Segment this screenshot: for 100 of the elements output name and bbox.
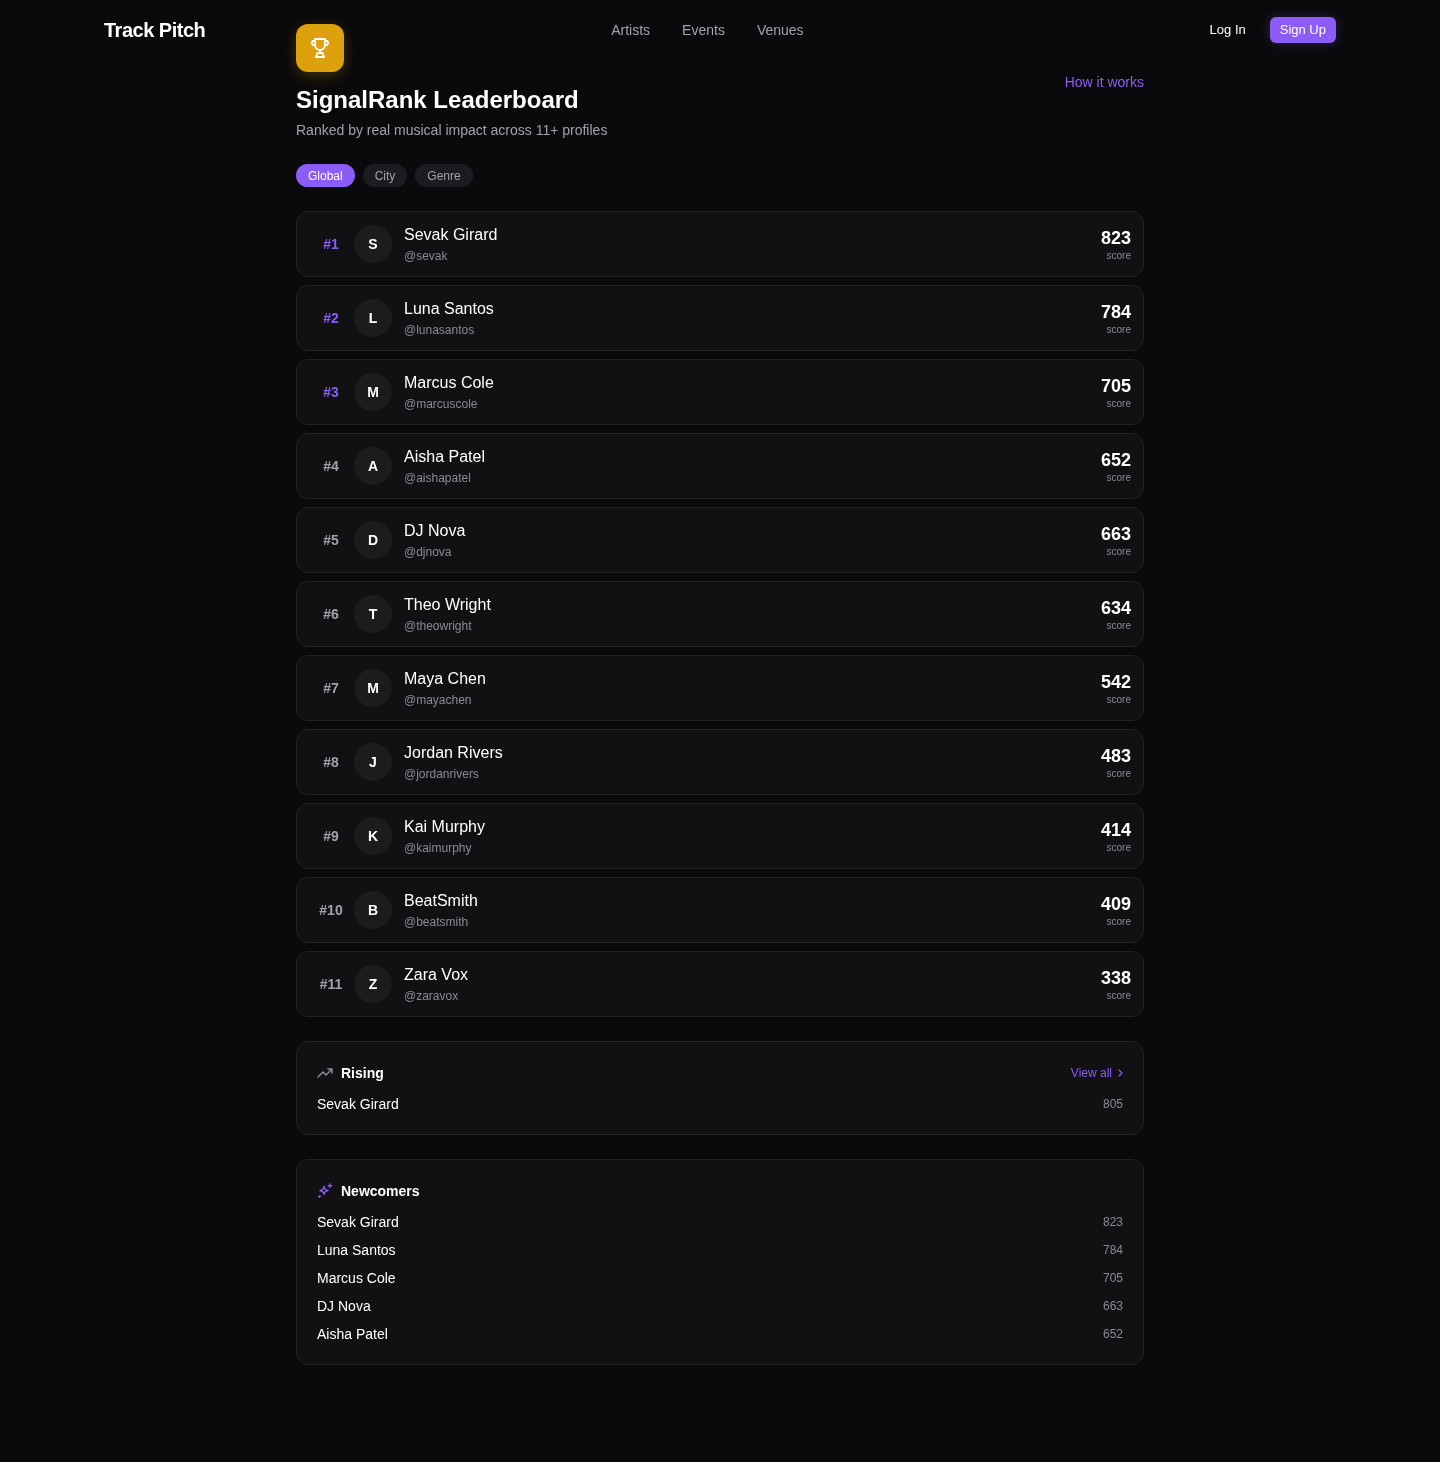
artist-name[interactable]: Marcus Cole [317,1267,396,1289]
avatar-initial: T [354,595,392,633]
brand-logo[interactable]: Track Pitch [104,15,206,45]
score-value: 338 [1100,967,1131,990]
artist-name: Jordan Rivers [404,742,504,763]
artist-name: Marcus Cole [404,372,495,393]
score-label: score [1106,694,1131,706]
artist-name[interactable]: DJ Nova [317,1295,371,1317]
avatar-initial: L [354,299,392,337]
sparkles-icon [317,1183,333,1199]
leaderboard-row[interactable]: #6 T Theo Wright @theowright 634 score [296,581,1144,647]
rank-number: #8 [322,752,340,772]
chevron-right-icon [1118,1069,1123,1077]
artist-name: Sevak Girard [404,224,499,245]
leaderboard-row[interactable]: #7 M Maya Chen @mayachen 542 score [296,655,1144,721]
log-in-link[interactable]: Log In [1209,20,1246,40]
leaderboard-row[interactable]: #4 A Aisha Patel @aishapatel 652 score [296,433,1144,499]
leaderboard-row[interactable]: #11 Z Zara Vox @zaravox 338 score [296,951,1144,1017]
leaderboard-row[interactable]: #8 J Jordan Rivers @jordanrivers 483 score [296,729,1144,795]
rank-number: #2 [322,308,340,328]
artist-name: BeatSmith [404,890,479,911]
artist-name[interactable]: Luna Santos [317,1239,396,1261]
artist-handle: @theowright [404,617,473,634]
artist-handle: @zaravox [404,987,460,1004]
score-value: 784 [1102,1242,1123,1259]
filter-tab[interactable]: Genre [415,164,473,187]
artist-handle: @sevak [404,247,449,264]
score-value: 805 [1102,1096,1123,1113]
score-value: 409 [1100,893,1131,916]
artist-name[interactable]: Sevak Girard [317,1211,399,1233]
avatar-initial: J [354,743,392,781]
nav-link[interactable]: Venues [756,19,804,41]
score-label: score [1106,324,1131,336]
leaderboard-row[interactable]: #9 K Kai Murphy @kaimurphy 414 score [296,803,1144,869]
artist-handle: @beatsmith [404,913,470,930]
artist-handle: @kaimurphy [404,839,473,856]
card-title: Rising [341,1063,384,1083]
score-label: score [1106,250,1131,262]
avatar-initial: S [354,225,392,263]
artist-name[interactable]: Aisha Patel [317,1323,388,1345]
artist-handle: @marcuscole [404,395,479,412]
nav-link[interactable]: Events [682,19,725,41]
view-all-link[interactable]: View all [1070,1064,1123,1082]
artist-name: Maya Chen [404,668,487,689]
leaderboard-row[interactable]: #2 L Luna Santos @lunasantos 784 score [296,285,1144,351]
avatar-initial: B [354,891,392,929]
artist-name: Theo Wright [404,594,492,615]
artist-handle: @mayachen [404,691,473,708]
score-value: 483 [1100,745,1131,768]
score-value: 705 [1100,375,1131,398]
avatar-initial: D [354,521,392,559]
artist-handle: @lunasantos [404,321,476,338]
filter-tab[interactable]: Global [296,164,355,187]
artist-name: Aisha Patel [404,446,486,467]
artist-handle: @aishapatel [404,469,472,486]
filter-tab[interactable]: City [362,164,408,187]
artist-name: Kai Murphy [404,816,486,837]
score-label: score [1106,620,1131,632]
score-value: 823 [1100,227,1131,250]
artist-handle: @djnova [404,543,453,560]
score-label: score [1106,546,1131,558]
rank-number: #9 [322,826,340,846]
rank-number: #6 [322,604,340,624]
score-label: score [1106,768,1131,780]
avatar-initial: M [354,669,392,707]
trending-up-icon [317,1068,333,1078]
trophy-icon [296,24,344,72]
rank-number: #3 [322,382,340,402]
artist-name: DJ Nova [404,520,467,541]
nav-link[interactable]: Artists [611,19,651,41]
how-it-works-link[interactable]: How it works [1064,71,1144,93]
score-value: 663 [1102,1298,1123,1315]
score-value: 823 [1102,1214,1123,1231]
score-value: 414 [1100,819,1131,842]
score-value: 705 [1102,1270,1123,1287]
leaderboard-row[interactable]: #1 S Sevak Girard @sevak 823 score [296,211,1144,277]
leaderboard-row[interactable]: #5 D DJ Nova @djnova 663 score [296,507,1144,573]
score-value: 652 [1102,1326,1123,1343]
rank-number: #4 [322,456,340,476]
score-label: score [1106,990,1131,1002]
score-value: 663 [1100,523,1131,546]
rank-number: #11 [318,974,344,994]
rank-number: #1 [322,234,340,254]
score-label: score [1106,472,1131,484]
leaderboard-row[interactable]: #3 M Marcus Cole @marcuscole 705 score [296,359,1144,425]
artist-name[interactable]: Sevak Girard [317,1093,399,1115]
avatar-initial: A [354,447,392,485]
avatar-initial: K [354,817,392,855]
sign-up-button[interactable]: Sign Up [1269,17,1336,43]
score-label: score [1106,398,1131,410]
rank-number: #10 [318,900,344,920]
artist-name: Zara Vox [404,964,470,985]
score-value: 784 [1100,301,1131,324]
leaderboard-row[interactable]: #10 B BeatSmith @beatsmith 409 score [296,877,1144,943]
avatar-initial: Z [354,965,392,1003]
score-label: score [1106,916,1131,928]
artist-name: Luna Santos [404,298,495,319]
artist-handle: @jordanrivers [404,765,480,782]
rank-number: #7 [322,678,340,698]
score-value: 542 [1100,671,1131,694]
